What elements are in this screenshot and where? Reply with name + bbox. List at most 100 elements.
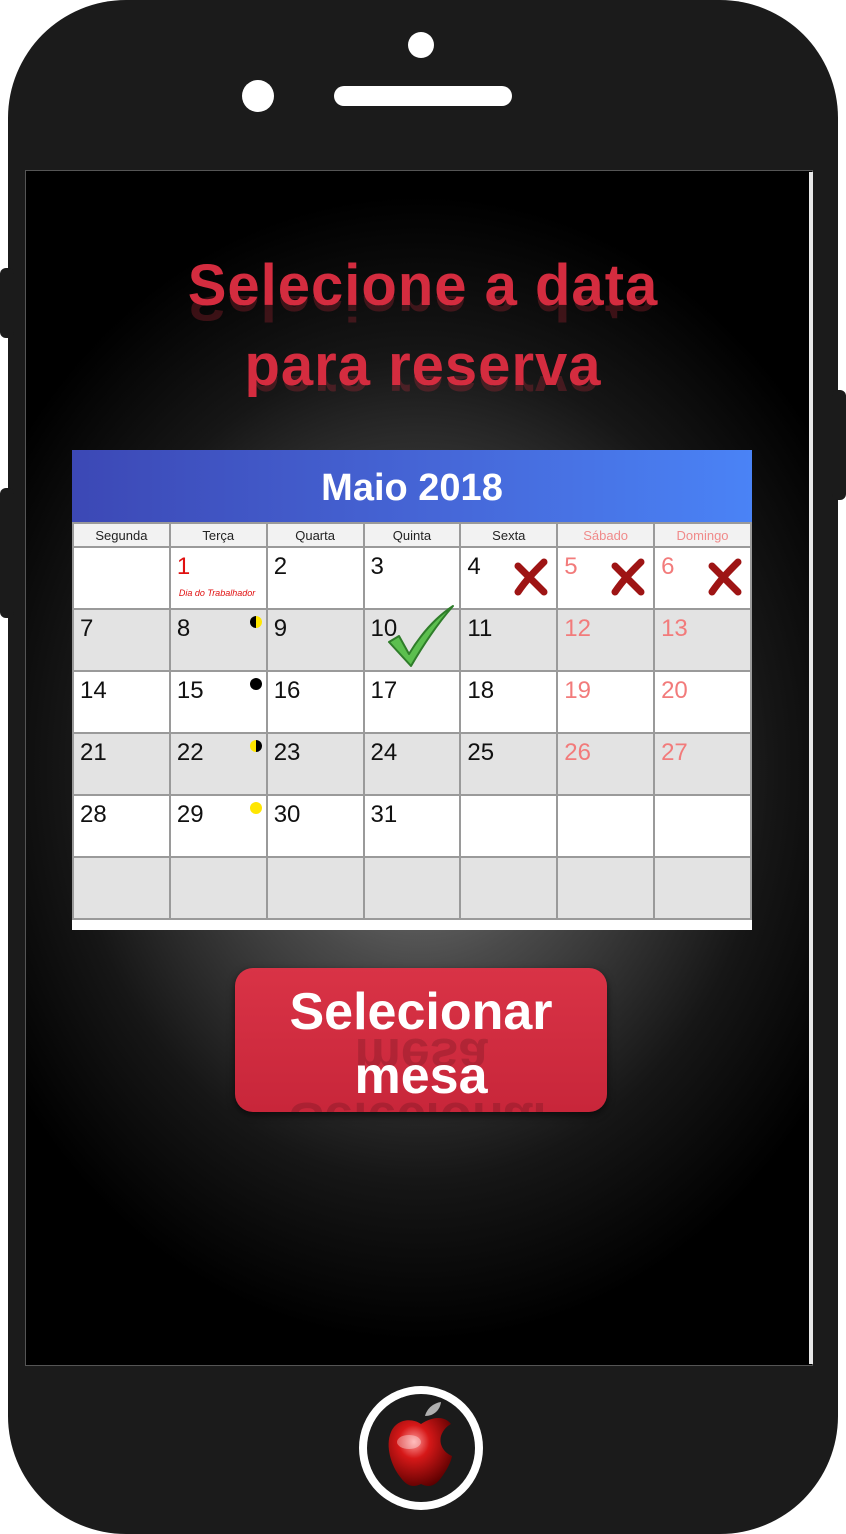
title-reflection-text: Selecione a data — [187, 296, 659, 332]
day-number: 23 — [273, 739, 301, 766]
calendar-empty-cell — [556, 856, 656, 920]
calendar-empty-cell — [653, 856, 752, 920]
calendar-day-25[interactable]: 25 — [459, 732, 559, 796]
weekday-header: Quinta — [362, 522, 462, 548]
calendar-day-11[interactable]: 11 — [459, 608, 559, 672]
day-number: 7 — [80, 615, 94, 642]
holiday-label: Dia do Trabalhador — [178, 588, 256, 598]
calendar-day-23[interactable]: 23 — [265, 732, 365, 796]
calendar-empty-cell — [362, 856, 462, 920]
day-number: 2 — [273, 553, 288, 580]
weekday-header: Sexta — [459, 522, 559, 548]
calendar-day-24[interactable]: 24 — [362, 732, 462, 796]
calendar-day-6[interactable]: 6 — [653, 546, 752, 610]
select-table-button[interactable]: Selecionar mesa Selecionar mesa — [235, 968, 607, 1112]
calendar-month-title: Maio 2018 — [72, 450, 752, 522]
unavailable-x-icon — [514, 558, 548, 596]
calendar-week-row: 1 Dia do Trabalhador 2 3 4 5 6 — [72, 546, 752, 610]
calendar-week-row: 28 29 30 31 — [72, 794, 752, 858]
day-number: 24 — [370, 739, 398, 766]
day-number: 17 — [370, 677, 398, 704]
calendar-day-3[interactable]: 3 — [362, 546, 462, 610]
calendar-empty-cell — [653, 794, 752, 858]
day-number: 16 — [273, 677, 301, 704]
day-number: 22 — [176, 739, 204, 766]
calendar-day-22[interactable]: 22 — [168, 732, 268, 796]
calendar-empty-cell — [72, 546, 171, 610]
proximity-sensor — [242, 80, 274, 112]
calendar-week-row: 14 15 16 17 18 19 20 — [72, 670, 752, 734]
moon-phase-icon — [249, 616, 262, 628]
moon-phase-icon — [249, 802, 262, 814]
day-number: 4 — [467, 553, 481, 580]
weekday-header: Sábado — [556, 522, 656, 548]
day-number: 14 — [80, 677, 107, 704]
button-label-line-1: Selecionar — [289, 983, 553, 1041]
calendar-day-20[interactable]: 20 — [653, 670, 752, 734]
calendar-day-15[interactable]: 15 — [168, 670, 268, 734]
day-number: 25 — [467, 739, 495, 766]
calendar-empty-cell — [556, 794, 656, 858]
title-reflection: Selecione a data — [0, 296, 846, 336]
apple-logo-icon — [388, 1402, 452, 1486]
calendar-day-4[interactable]: 4 — [459, 546, 559, 610]
day-number: 26 — [564, 739, 591, 766]
day-number: 12 — [564, 615, 591, 642]
weekday-header: Quarta — [265, 522, 365, 548]
day-number: 3 — [370, 553, 384, 580]
calendar-day-31[interactable]: 31 — [362, 794, 462, 858]
calendar-day-1[interactable]: 1 Dia do Trabalhador — [168, 546, 268, 610]
calendar-week-row — [72, 856, 752, 920]
calendar-day-9[interactable]: 9 — [265, 608, 365, 672]
day-number: 30 — [273, 801, 301, 828]
day-number: 20 — [661, 677, 688, 704]
calendar-day-26[interactable]: 26 — [556, 732, 656, 796]
button-label-line-2: mesa — [354, 1047, 488, 1105]
calendar-day-2[interactable]: 2 — [265, 546, 365, 610]
calendar-day-30[interactable]: 30 — [265, 794, 365, 858]
calendar-week-row: 21 22 23 24 25 26 27 — [72, 732, 752, 796]
calendar: Maio 2018 Segunda Terça Quarta Quinta Sexta S… — [72, 450, 752, 930]
moon-phase-icon — [249, 740, 262, 752]
day-number: 29 — [176, 801, 204, 828]
calendar-day-29[interactable]: 29 — [168, 794, 268, 858]
volume-button-left-lower — [0, 488, 14, 618]
day-number: 15 — [176, 677, 204, 704]
moon-phase-icon — [249, 678, 262, 690]
calendar-empty-cell — [72, 856, 171, 920]
day-number: 9 — [273, 615, 288, 642]
calendar-day-19[interactable]: 19 — [556, 670, 656, 734]
calendar-day-7[interactable]: 7 — [72, 608, 171, 672]
weekday-header: Terça — [168, 522, 268, 548]
front-camera — [408, 32, 434, 58]
calendar-day-10[interactable]: 10 — [362, 605, 462, 672]
calendar-day-5[interactable]: 5 — [556, 546, 656, 610]
home-button[interactable] — [359, 1386, 483, 1510]
title-reflection-2: para reserva — [0, 376, 846, 416]
day-number: 28 — [80, 801, 107, 828]
calendar-day-28[interactable]: 28 — [72, 794, 171, 858]
calendar-day-16[interactable]: 16 — [265, 670, 365, 734]
calendar-day-8[interactable]: 8 — [168, 608, 268, 672]
calendar-day-14[interactable]: 14 — [72, 670, 171, 734]
day-number: 21 — [80, 739, 107, 766]
calendar-empty-cell — [459, 856, 559, 920]
calendar-empty-cell — [459, 794, 559, 858]
calendar-day-18[interactable]: 18 — [459, 670, 559, 734]
calendar-week-row: 7 8 9 10 11 12 13 — [72, 605, 752, 672]
day-number: 18 — [467, 677, 495, 704]
calendar-empty-cell — [168, 856, 268, 920]
day-number: 13 — [661, 615, 688, 642]
calendar-day-27[interactable]: 27 — [653, 732, 752, 796]
calendar-body: 1 Dia do Trabalhador 2 3 4 5 6 7 8 9 10 11 12 13 14 15 1… — [72, 546, 752, 920]
weekday-header: Domingo — [653, 522, 752, 548]
weekday-header-row: Segunda Terça Quarta Quinta Sexta Sábado Domin… — [72, 522, 752, 548]
calendar-day-21[interactable]: 21 — [72, 732, 171, 796]
calendar-day-12[interactable]: 12 — [556, 608, 656, 672]
day-number: 31 — [370, 801, 398, 828]
calendar-day-17[interactable]: 17 — [362, 670, 462, 734]
home-button-inner — [367, 1394, 475, 1502]
title-reflection-text-2: para reserva — [244, 376, 602, 412]
calendar-empty-cell — [265, 856, 365, 920]
calendar-day-13[interactable]: 13 — [653, 608, 752, 672]
